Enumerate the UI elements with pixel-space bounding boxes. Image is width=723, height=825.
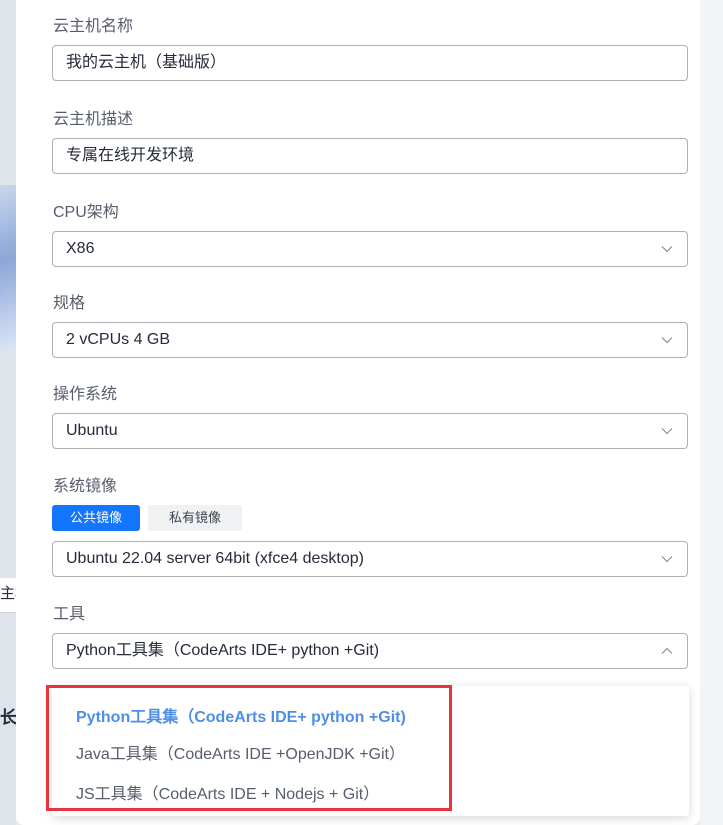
- tools-value: Python工具集（CodeArts IDE+ python +Git): [66, 642, 380, 659]
- background-image: [0, 185, 16, 350]
- background-card: [700, 0, 723, 825]
- spec-select[interactable]: 2 vCPUs 4 GB: [52, 322, 688, 358]
- background-text-fragment: 长3: [0, 708, 16, 727]
- tab-private-image[interactable]: 私有镜像: [148, 505, 243, 531]
- tools-select[interactable]: Python工具集（CodeArts IDE+ python +Git): [52, 633, 688, 669]
- tools-label: 工具: [53, 606, 86, 623]
- cpu-arch-value: X86: [66, 240, 95, 257]
- cpu-arch-select[interactable]: X86: [52, 231, 688, 267]
- host-name-input[interactable]: 我的云主机（基础版）: [52, 45, 688, 81]
- system-image-value: Ubuntu 22.04 server 64bit (xfce4 desktop…: [66, 550, 364, 567]
- tools-dropdown-menu: Python工具集（CodeArts IDE+ python +Git) Jav…: [52, 686, 689, 816]
- spec-value: 2 vCPUs 4 GB: [66, 331, 171, 348]
- cpu-arch-label: CPU架构: [53, 204, 119, 221]
- background-card: [0, 0, 16, 825]
- host-description-input[interactable]: 专属在线开发环境: [52, 138, 688, 174]
- os-label: 操作系统: [53, 386, 118, 403]
- chevron-up-icon: [661, 647, 673, 654]
- os-select[interactable]: Ubuntu: [52, 413, 688, 449]
- tab-public-image[interactable]: 公共镜像: [52, 505, 141, 531]
- os-value: Ubuntu: [66, 422, 118, 439]
- tools-option-js[interactable]: JS工具集（CodeArts IDE + Nodejs + Git）: [76, 780, 379, 804]
- tools-option-python[interactable]: Python工具集（CodeArts IDE+ python +Git): [76, 703, 406, 727]
- spec-label: 规格: [53, 295, 86, 312]
- tools-option-java[interactable]: Java工具集（CodeArts IDE +OpenJDK +Git）: [76, 740, 405, 764]
- chevron-down-icon: [661, 428, 673, 435]
- system-image-label: 系统镜像: [53, 478, 118, 495]
- host-name-label: 云主机名称: [53, 18, 134, 35]
- image-source-tabs: 公共镜像 私有镜像: [52, 505, 243, 531]
- chevron-down-icon: [661, 337, 673, 344]
- chevron-down-icon: [661, 556, 673, 563]
- chevron-down-icon: [661, 246, 673, 253]
- system-image-select[interactable]: Ubuntu 22.04 server 64bit (xfce4 desktop…: [52, 541, 688, 577]
- host-description-label: 云主机描述: [53, 111, 134, 128]
- background-text-fragment: 主机: [0, 585, 16, 602]
